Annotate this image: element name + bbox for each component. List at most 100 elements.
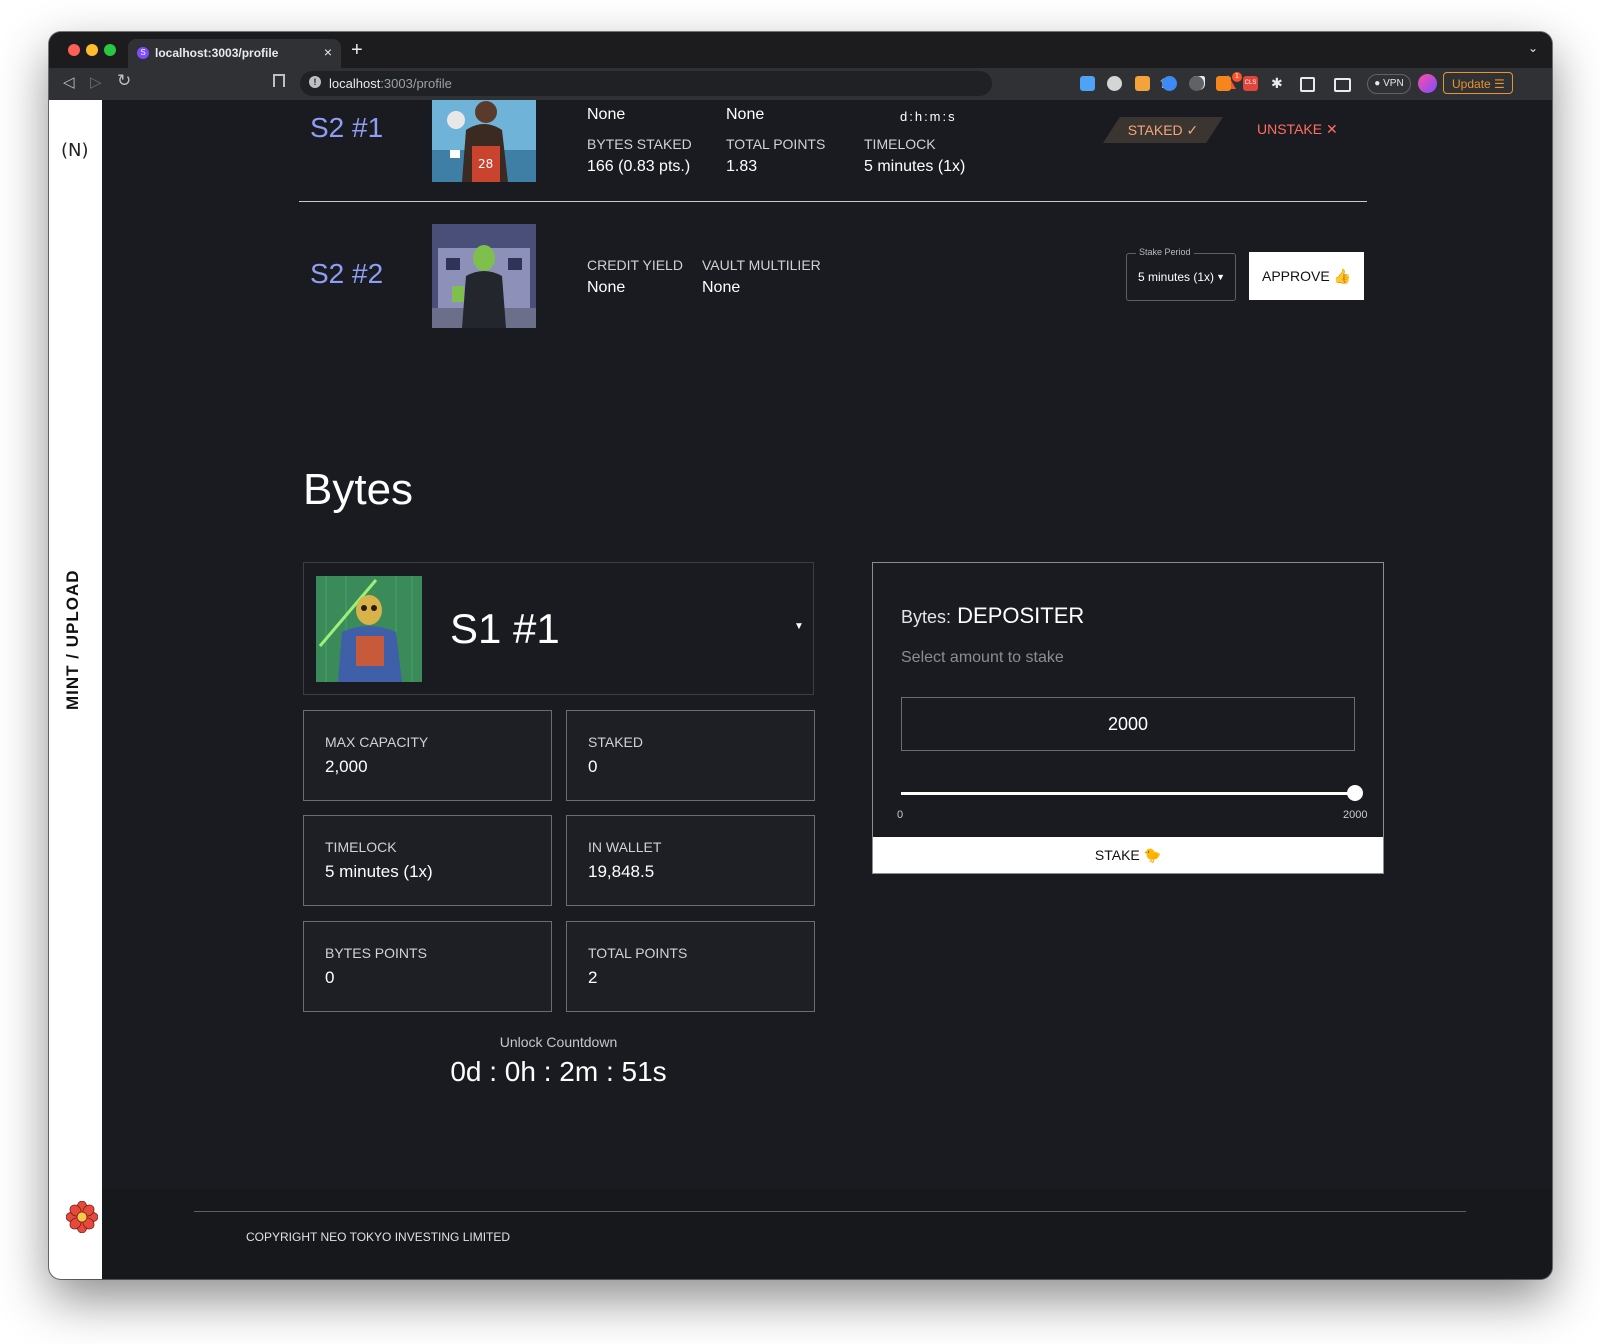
stat-value: 5 minutes (1x): [325, 862, 433, 881]
vault-multiplier-label: VAULT MULTILIER: [702, 257, 821, 273]
citizen-name: S2 #2: [310, 258, 384, 289]
credit-yield-value: None: [587, 279, 626, 296]
metamask-icon[interactable]: [1216, 76, 1231, 91]
stake-period-label: Stake Period: [1136, 247, 1194, 257]
stake-period-select[interactable]: Stake Period 5 minutes (1x) ▼: [1126, 247, 1236, 301]
caret-down-icon: ▼: [1216, 272, 1225, 282]
unlock-countdown-timer: 0d : 0h : 2m : 51s: [450, 1056, 667, 1087]
url-text[interactable]: localhost:3003/profile: [329, 76, 452, 91]
timelock-card: TIMELOCK 5 minutes (1x): [303, 815, 552, 906]
tab-list-chevron-icon[interactable]: ⌄: [1528, 41, 1538, 55]
stat-value: 0: [325, 968, 335, 987]
stat-value: 19,848.5: [588, 862, 655, 881]
mint-upload-link[interactable]: MINT / UPLOAD: [63, 570, 83, 711]
new-tab-button[interactable]: +: [351, 39, 363, 62]
citizen-name: S2 #1: [310, 112, 384, 143]
slider-max-label: 2000: [1343, 809, 1368, 821]
extension-icon[interactable]: [1189, 76, 1204, 91]
address-bar[interactable]: ! localhost:3003/profile ⇪ 1: [300, 71, 1242, 96]
extension-icon[interactable]: [1135, 76, 1150, 91]
minimize-window-button[interactable]: [86, 44, 98, 56]
sidebar-toggle-icon[interactable]: [1300, 77, 1315, 92]
browser-window: S localhost:3003/profile × + ⌄ ◁ ▷ ↻ ! l…: [49, 32, 1552, 1279]
approve-label: APPROVE: [1261, 268, 1330, 284]
duck-icon: 🐤: [1143, 847, 1162, 863]
bytes-points-card: BYTES POINTS 0: [303, 921, 552, 1012]
copyright-text: COPYRIGHT NEO TOKYO INVESTING LIMITED: [246, 1230, 511, 1244]
caret-down-icon[interactable]: ▼: [794, 621, 804, 632]
in-wallet-card: IN WALLET 19,848.5: [566, 815, 815, 906]
tab-title: localhost:3003/profile: [155, 46, 279, 60]
profile-page: S2 #1 28 None None d:h:m:s BYTES STAKED …: [102, 100, 1552, 1279]
countdown-format: d:h:m:s: [900, 109, 957, 124]
row-divider: [299, 201, 1367, 202]
browser-tab[interactable]: S localhost:3003/profile ×: [128, 39, 341, 68]
total-points-value: 1.83: [726, 158, 758, 175]
approve-button[interactable]: APPROVE 👍: [1249, 252, 1364, 300]
favicon-icon: S: [137, 47, 149, 59]
depositer-prefix: Bytes:: [901, 607, 952, 627]
bytes-selector[interactable]: S1 #1 ▼: [303, 562, 814, 695]
depositer-card: Bytes: DEPOSITER Select amount to stake …: [872, 562, 1384, 874]
depositer-heading: DEPOSITER: [957, 603, 1085, 628]
depositer-title: Bytes: DEPOSITER: [901, 603, 1084, 629]
stat-label: BYTES POINTS: [325, 945, 427, 961]
extension-icon[interactable]: [1080, 76, 1095, 91]
back-icon[interactable]: ◁: [63, 73, 75, 91]
browser-toolbar: ◁ ▷ ↻ ! localhost:3003/profile ⇪ 1 CLS ✱…: [49, 68, 1552, 100]
stat-label: MAX CAPACITY: [325, 734, 429, 750]
total-points-label: TOTAL POINTS: [726, 136, 826, 152]
thumbs-up-icon: 👍: [1333, 268, 1352, 284]
stake-button[interactable]: STAKE 🐤: [873, 837, 1383, 873]
citizen-image: 28: [432, 100, 536, 182]
bytes-staked-value: 166 (0.83 pts.): [587, 158, 691, 175]
stat-value: 0: [588, 757, 598, 776]
slider-min-label: 0: [897, 809, 904, 821]
rewards-badge: 1: [1232, 72, 1242, 82]
forward-icon[interactable]: ▷: [90, 73, 102, 91]
depositer-subtitle: Select amount to stake: [901, 649, 1064, 666]
update-button[interactable]: Update ☰: [1443, 72, 1513, 94]
citizen-value: None: [726, 106, 765, 123]
stat-label: TOTAL POINTS: [588, 945, 688, 961]
svg-text:28: 28: [478, 157, 493, 171]
puzzle-icon[interactable]: ✱: [1271, 76, 1286, 91]
total-points-card: TOTAL POINTS 2: [566, 921, 815, 1012]
profile-avatar[interactable]: [1418, 74, 1437, 93]
extension-icon[interactable]: CLS: [1243, 76, 1258, 91]
vpn-button[interactable]: ● VPN: [1367, 74, 1411, 94]
bytes-heading: Bytes: [303, 465, 414, 514]
page-footer: COPYRIGHT NEO TOKYO INVESTING LIMITED: [102, 1189, 1552, 1279]
timelock-value: 5 minutes (1x): [864, 158, 966, 175]
unstake-button[interactable]: UNSTAKE ✕: [1257, 121, 1338, 138]
bytes-image: [316, 576, 422, 682]
stake-period-value: 5 minutes (1x): [1138, 270, 1215, 284]
extension-icon[interactable]: [1107, 76, 1122, 91]
vault-multiplier-value: None: [702, 279, 741, 296]
stat-value: 2: [588, 968, 598, 987]
amount-slider-track[interactable]: [901, 792, 1355, 795]
site-info-icon[interactable]: !: [309, 76, 321, 88]
bookmark-icon[interactable]: [273, 74, 285, 87]
extension-icon[interactable]: [1162, 76, 1177, 91]
stat-label: IN WALLET: [588, 839, 662, 855]
unlock-countdown-label: Unlock Countdown: [499, 1034, 618, 1050]
close-tab-icon[interactable]: ×: [324, 44, 332, 60]
stat-label: TIMELOCK: [325, 839, 397, 855]
staked-card: STAKED 0: [566, 710, 815, 801]
flower-icon[interactable]: [66, 1201, 98, 1233]
neo-tokyo-logo[interactable]: (N): [61, 140, 89, 161]
maximize-window-button[interactable]: [104, 44, 116, 56]
reload-icon[interactable]: ↻: [117, 71, 131, 91]
close-window-button[interactable]: [68, 44, 80, 56]
wallet-icon[interactable]: [1334, 78, 1351, 92]
citizen-value: None: [587, 106, 626, 123]
selected-bytes-name: S1 #1: [450, 605, 560, 652]
stat-label: STAKED: [588, 734, 643, 750]
max-capacity-card: MAX CAPACITY 2,000: [303, 710, 552, 801]
app-sidebar: (N) MINT / UPLOAD: [49, 100, 102, 1279]
footer-divider: [194, 1211, 1466, 1212]
staked-status-badge: STAKED ✓: [1103, 117, 1223, 143]
amount-slider-thumb[interactable]: [1347, 785, 1363, 801]
stake-amount-input[interactable]: [901, 697, 1355, 751]
